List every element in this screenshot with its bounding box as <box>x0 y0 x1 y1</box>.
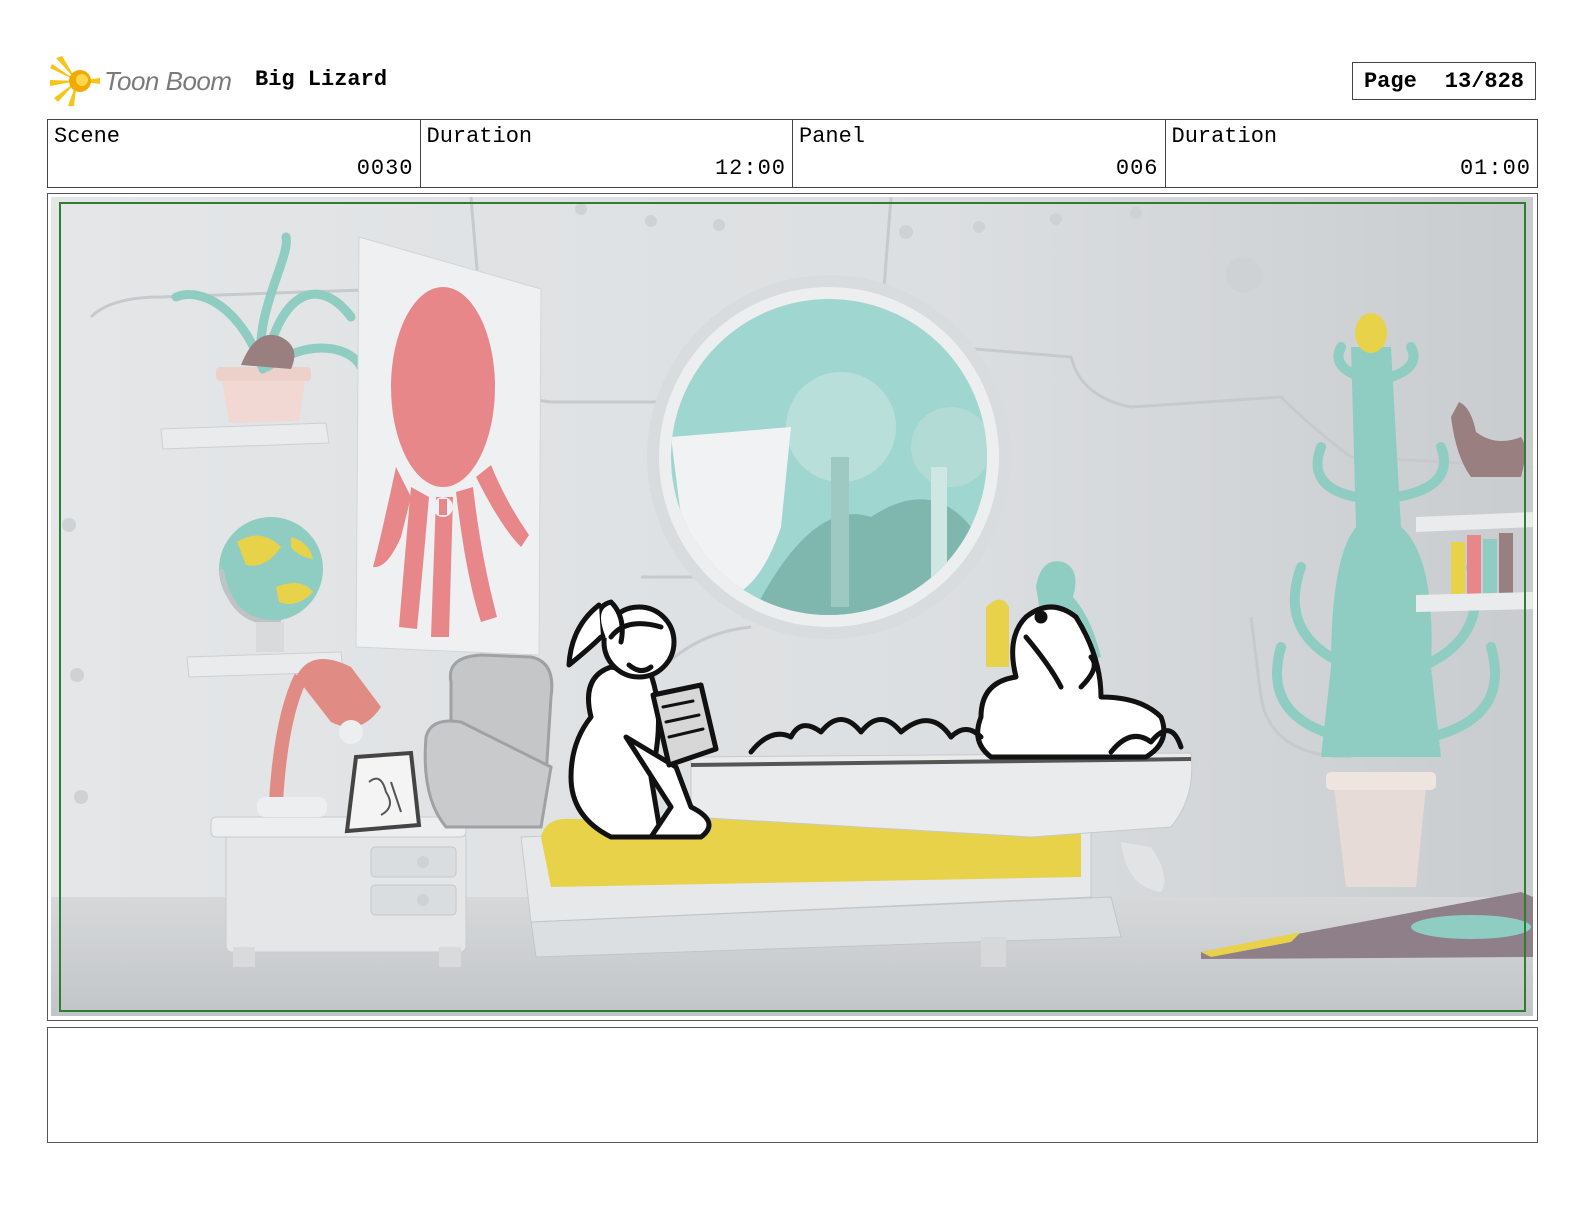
scene-duration-cell: Duration 12:00 <box>421 120 793 187</box>
panel-label: Panel <box>799 124 866 149</box>
storyboard-panel <box>47 193 1538 1021</box>
scene-duration-value: 12:00 <box>714 156 786 181</box>
panel-duration-cell: Duration 01:00 <box>1166 120 1538 187</box>
toon-boom-logo: Toon Boom <box>48 54 238 106</box>
project-title: Big Lizard <box>255 67 388 92</box>
panel-drawing <box>51 197 1534 1017</box>
porthole-window <box>647 275 1011 639</box>
photo-frame <box>344 750 422 834</box>
toon-boom-star-icon <box>50 56 100 106</box>
logo-text: Toon Boom <box>104 66 232 96</box>
header: Toon Boom Big Lizard Page 13/828 <box>48 52 1536 108</box>
scene-label: Scene <box>54 124 121 149</box>
bedroom-scene <box>51 197 1534 1016</box>
nightstand <box>210 816 467 967</box>
octopus-poster <box>355 236 542 656</box>
panel-notes <box>47 1027 1538 1143</box>
panel-value: 006 <box>1115 156 1159 181</box>
panel-cell: Panel 006 <box>793 120 1166 187</box>
panel-info-table: Scene 0030 Duration 12:00 Panel 006 Dura… <box>47 119 1538 188</box>
panel-duration-value: 01:00 <box>1459 156 1531 181</box>
page-number: 13/828 <box>1444 68 1525 94</box>
scene-value: 0030 <box>356 156 414 181</box>
toy-rocket <box>986 599 1009 667</box>
page-indicator: Page 13/828 <box>1352 62 1536 100</box>
scene-duration-label: Duration <box>426 124 533 149</box>
scene-cell: Scene 0030 <box>48 120 421 187</box>
panel-duration-label: Duration <box>1171 124 1278 149</box>
page-label: Page <box>1363 68 1417 94</box>
